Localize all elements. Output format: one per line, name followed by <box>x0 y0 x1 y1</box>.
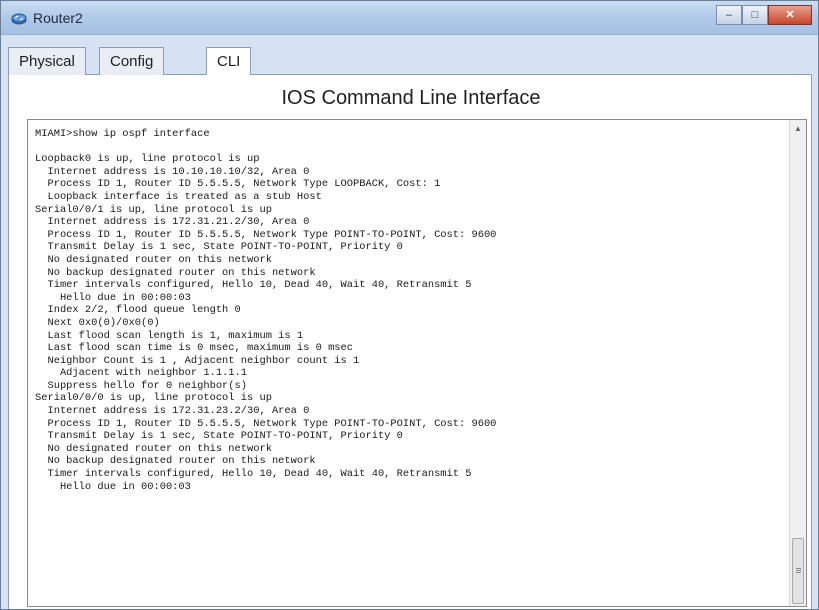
router-window: Router2 – □ ✕ Physical Config CLI IOS Co… <box>0 0 819 610</box>
terminal-line: Process ID 1, Router ID 5.5.5.5, Network… <box>35 417 497 430</box>
maximize-button[interactable]: □ <box>742 5 768 25</box>
scroll-up-icon[interactable]: ▲ <box>790 120 806 136</box>
terminal-line: Loopback0 is up, line protocol is up <box>35 153 260 166</box>
minimize-icon: – <box>725 8 733 21</box>
terminal-line: Last flood scan time is 0 msec, maximum … <box>35 342 354 355</box>
cli-terminal[interactable]: MIAMI>show ip ospf interface Loopback0 is… <box>27 119 807 607</box>
terminal-line: Internet address is 172.31.21.2/30, Area… <box>35 216 310 229</box>
terminal-line: Process ID 1, Router ID 5.5.5.5, Network… <box>35 228 497 241</box>
terminal-output: MIAMI>show ip ospf interface Loopback0 is… <box>35 128 775 493</box>
terminal-line: Adjacent with neighbor 1.1.1.1 <box>35 367 248 380</box>
terminal-line: Last flood scan length is 1, maximum is … <box>35 329 304 342</box>
terminal-line: Loopback interface is treated as a stub … <box>35 190 322 203</box>
terminal-line: No backup designated router on this netw… <box>35 266 316 279</box>
router-icon <box>11 10 27 26</box>
terminal-line: No designated router on this network <box>35 442 272 455</box>
terminal-line: Transmit Delay is 1 sec, State POINT-TO-… <box>35 241 403 254</box>
terminal-line: Serial0/0/1 is up, line protocol is up <box>35 203 272 216</box>
terminal-line: Serial0/0/0 is up, line protocol is up <box>35 392 272 405</box>
terminal-line: Transmit Delay is 1 sec, State POINT-TO-… <box>35 430 403 443</box>
terminal-line: Timer intervals configured, Hello 10, De… <box>35 279 472 292</box>
window-controls: – □ ✕ <box>716 5 812 25</box>
terminal-line: Next 0x0(0)/0x0(0) <box>35 316 160 329</box>
terminal-line: Hello due in 00:00:03 <box>35 291 191 304</box>
scroll-thumb[interactable] <box>792 538 804 604</box>
terminal-line: Suppress hello for 0 neighbor(s) <box>35 379 248 392</box>
terminal-line: Timer intervals configured, Hello 10, De… <box>35 468 472 481</box>
terminal-line: Hello due in 00:00:03 <box>35 480 191 493</box>
window-title: Router2 <box>33 10 83 26</box>
title-bar[interactable]: Router2 – □ ✕ <box>1 1 818 35</box>
tab-bar: Physical Config CLI <box>8 47 812 76</box>
close-button[interactable]: ✕ <box>768 5 812 25</box>
cli-panel: IOS Command Line Interface MIAMI>show ip… <box>8 75 812 609</box>
terminal-line: Internet address is 10.10.10.10/32, Area… <box>35 165 310 178</box>
minimize-button[interactable]: – <box>716 5 742 25</box>
terminal-line: Process ID 1, Router ID 5.5.5.5, Network… <box>35 178 441 191</box>
vertical-scrollbar[interactable]: ▲ <box>789 120 806 606</box>
terminal-line: Neighbor Count is 1 , Adjacent neighbor … <box>35 354 360 367</box>
page-title: IOS Command Line Interface <box>281 87 541 109</box>
terminal-line: Internet address is 172.31.23.2/30, Area… <box>35 405 310 418</box>
tab-config[interactable]: Config <box>99 47 165 75</box>
grip-icon <box>796 568 801 569</box>
terminal-line: MIAMI>show ip ospf interface <box>35 128 210 140</box>
terminal-line: Index 2/2, flood queue length 0 <box>35 304 241 317</box>
terminal-line: No designated router on this network <box>35 253 272 266</box>
tab-cli[interactable]: CLI <box>206 47 252 76</box>
close-icon: ✕ <box>785 8 795 21</box>
maximize-icon: □ <box>751 8 759 21</box>
tab-physical[interactable]: Physical <box>8 47 86 75</box>
terminal-line: No backup designated router on this netw… <box>35 455 316 468</box>
